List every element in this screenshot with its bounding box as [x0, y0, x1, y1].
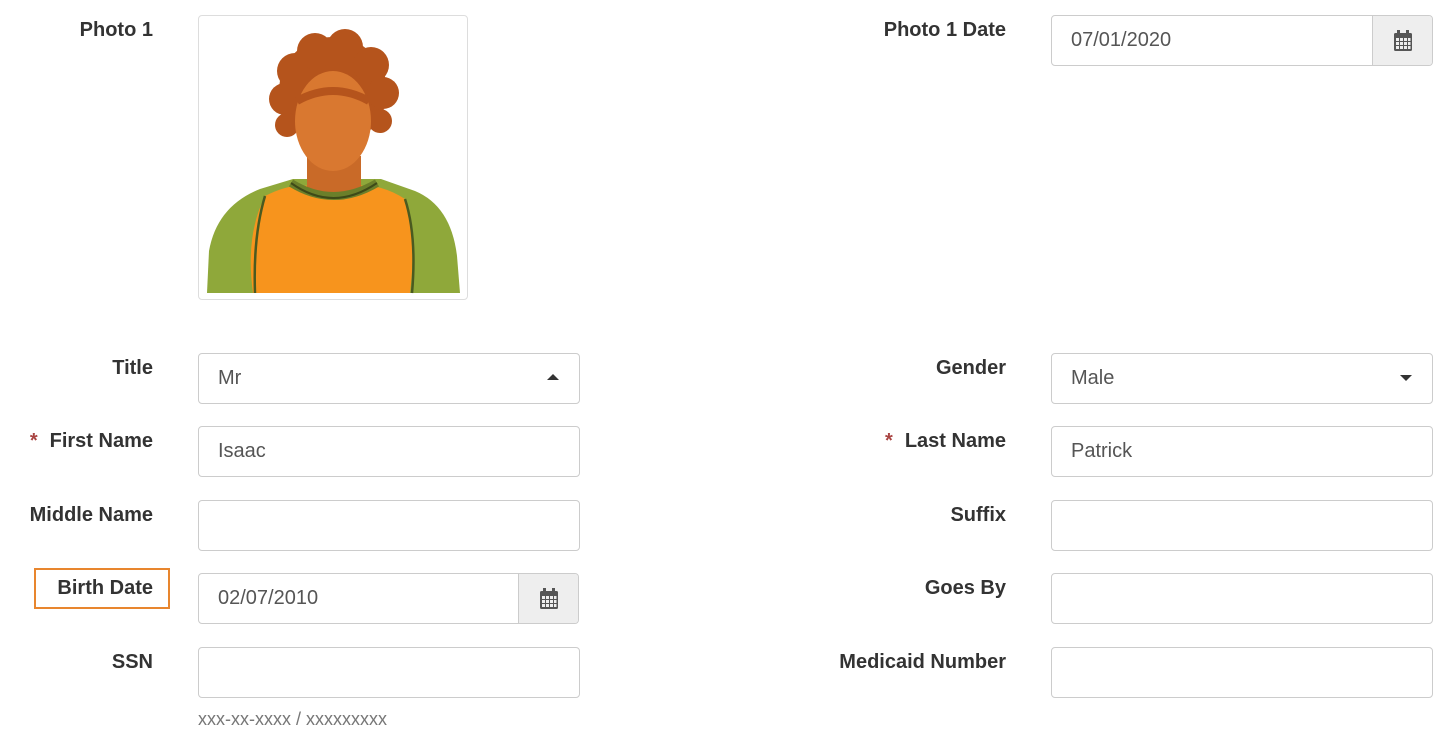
ssn-label: SSN	[111, 651, 153, 673]
birth-date-label: Birth Date	[57, 577, 153, 599]
birth-date-value: 02/07/2010	[218, 587, 319, 609]
calendar-icon	[1393, 29, 1412, 51]
gender-select[interactable]: Male	[1051, 353, 1433, 404]
photo-1-date-value: 07/01/2020	[1071, 29, 1172, 51]
required-marker: *	[29, 430, 38, 452]
first-name-label: * First Name	[30, 427, 153, 455]
last-name-input[interactable]: Patrick	[1051, 426, 1433, 477]
birth-date-field[interactable]: 02/07/2010	[198, 573, 579, 624]
suffix-input[interactable]	[1051, 500, 1433, 551]
caret-up-icon	[547, 374, 559, 380]
person-avatar-icon	[207, 29, 460, 294]
title-select-value: Mr	[218, 367, 242, 389]
photo-1-date-label: Photo 1 Date	[883, 19, 1006, 41]
photo-1-date-picker-button[interactable]	[1372, 16, 1432, 65]
first-name-value: Isaac	[218, 440, 266, 462]
goes-by-label: Goes By	[924, 577, 1006, 599]
birth-date-picker-button[interactable]	[518, 574, 578, 623]
ssn-input[interactable]	[198, 647, 580, 698]
title-label: Title	[112, 357, 153, 379]
photo-1-thumbnail[interactable]	[198, 15, 468, 300]
photo-1-label: Photo 1	[79, 19, 153, 41]
caret-down-icon	[1400, 375, 1412, 381]
calendar-icon	[539, 587, 558, 609]
gender-select-value: Male	[1071, 367, 1115, 389]
last-name-label: * Last Name	[885, 427, 1006, 455]
medicaid-number-label: Medicaid Number	[839, 651, 1006, 673]
goes-by-input[interactable]	[1051, 573, 1433, 624]
required-marker: *	[885, 430, 893, 452]
gender-label: Gender	[935, 357, 1006, 379]
middle-name-input[interactable]	[198, 500, 580, 551]
suffix-label: Suffix	[950, 504, 1006, 526]
photo-1-date-field[interactable]: 07/01/2020	[1051, 15, 1433, 66]
first-name-label-text: First Name	[49, 430, 153, 452]
title-select[interactable]: Mr	[198, 353, 580, 404]
middle-name-label: Middle Name	[29, 504, 153, 526]
medicaid-number-input[interactable]	[1051, 647, 1433, 698]
last-name-label-text: Last Name	[904, 430, 1006, 452]
last-name-value: Patrick	[1071, 440, 1133, 462]
person-illustration	[207, 29, 460, 294]
ssn-format-hint: xxx-xx-xxxx / xxxxxxxxx	[198, 709, 387, 729]
first-name-input[interactable]: Isaac	[198, 426, 580, 477]
